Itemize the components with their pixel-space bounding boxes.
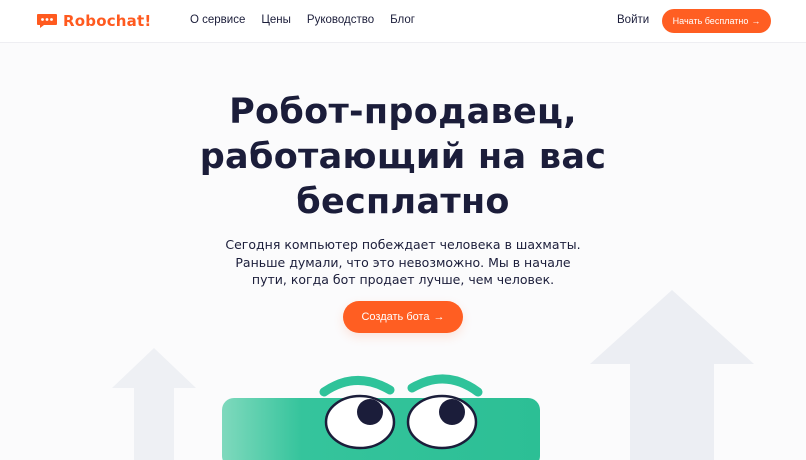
- main-nav: О сервисе Цены Руководство Блог: [190, 14, 415, 26]
- nav-link-about[interactable]: О сервисе: [190, 14, 245, 26]
- site-header: Robochat! О сервисе Цены Руководство Бло…: [0, 0, 806, 43]
- arrow-right-icon: →: [751, 16, 761, 26]
- decor-arrow-right-icon: [590, 290, 754, 460]
- hero-title: Робот-продавец, работающий на вас беспла…: [150, 90, 656, 225]
- hero-subtitle-line: Сегодня компьютер побеждает человека в ш…: [225, 237, 581, 252]
- create-bot-button[interactable]: Создать бота →: [343, 301, 463, 333]
- create-bot-label: Создать бота: [361, 311, 430, 323]
- start-free-button[interactable]: Начать бесплатно →: [662, 9, 771, 33]
- hero-subtitle: Сегодня компьютер побеждает человека в ш…: [200, 236, 606, 289]
- robot-mascot-illustration: [222, 374, 540, 460]
- hero-title-line: работающий на вас: [199, 137, 607, 177]
- brand-logo[interactable]: Robochat!: [36, 11, 151, 31]
- nav-link-blog[interactable]: Блог: [390, 14, 415, 26]
- login-link[interactable]: Войти: [617, 14, 649, 26]
- hero-title-line: Робот-продавец,: [229, 92, 577, 132]
- hero-subtitle-line: Раньше думали, что это невозможно. Мы в …: [235, 254, 571, 270]
- nav-link-guide[interactable]: Руководство: [307, 14, 374, 26]
- nav-link-pricing[interactable]: Цены: [261, 14, 291, 26]
- decor-arrow-left-icon: [112, 348, 196, 460]
- chat-bubble-icon: [37, 14, 57, 28]
- hero-subtitle-line: пути, когда бот продает лучше, чем челов…: [251, 272, 555, 287]
- landing-page: Robochat! О сервисе Цены Руководство Бло…: [0, 0, 806, 460]
- brand-name: Robochat!: [63, 12, 152, 30]
- start-free-label: Начать бесплатно: [672, 16, 749, 26]
- hero-title-line: бесплатно: [296, 182, 510, 222]
- arrow-right-icon: →: [433, 311, 445, 323]
